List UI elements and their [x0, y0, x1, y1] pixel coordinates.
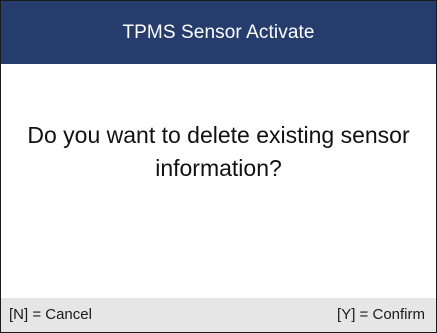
- message-line-1: Do you want to delete existing sensor: [27, 122, 410, 148]
- cancel-button[interactable]: [N] = Cancel: [9, 298, 92, 332]
- tpms-screen: TPMS Sensor Activate Do you want to dele…: [0, 0, 437, 333]
- confirmation-message: Do you want to delete existing sensor in…: [1, 119, 436, 185]
- confirm-button[interactable]: [Y] = Confirm: [337, 298, 425, 332]
- page-title: TPMS Sensor Activate: [1, 1, 436, 64]
- softkey-footer: [N] = Cancel [Y] = Confirm: [1, 298, 436, 332]
- message-line-2: information?: [155, 155, 282, 181]
